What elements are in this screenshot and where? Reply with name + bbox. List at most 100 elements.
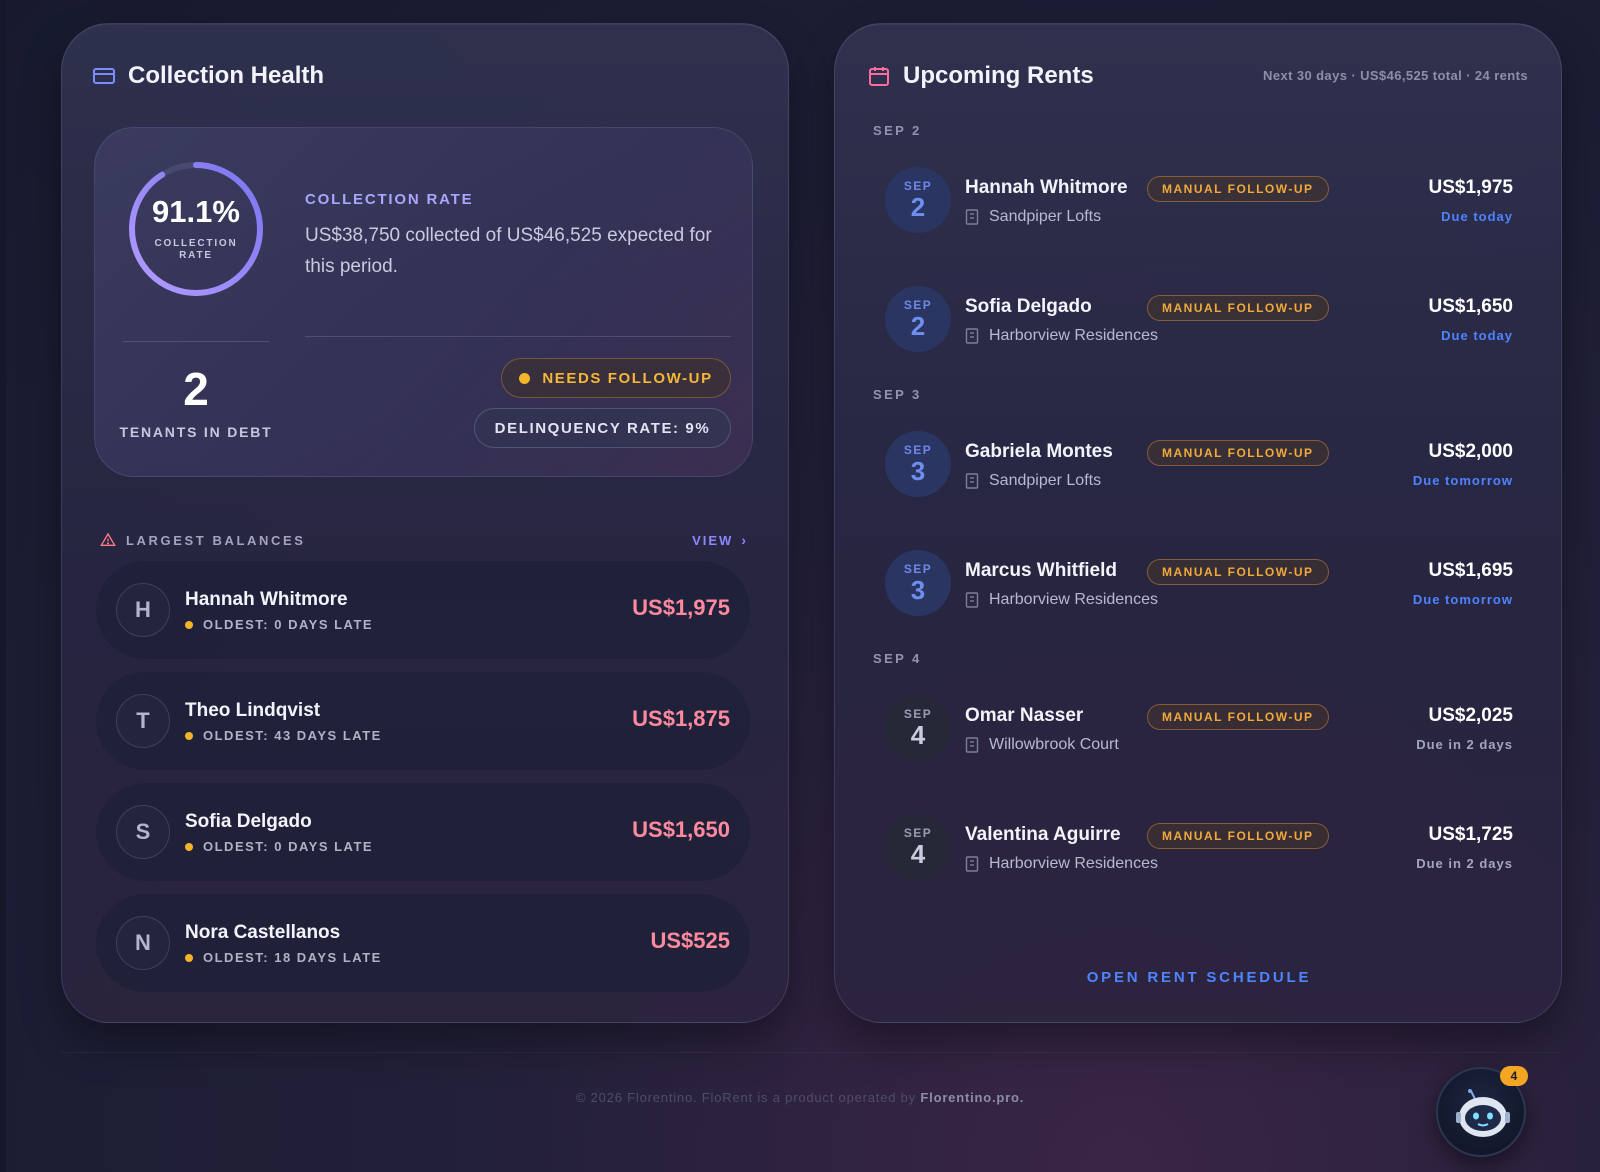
avatar: H bbox=[116, 583, 170, 637]
property-label: Sandpiper Lofts bbox=[965, 208, 1101, 226]
balance-row[interactable]: T Theo Lindqvist OLDEST: 43 DAYS LATE US$1,… bbox=[96, 672, 750, 770]
building-icon bbox=[965, 328, 979, 344]
footer-divider bbox=[61, 1052, 1562, 1053]
robot-icon bbox=[1456, 1089, 1510, 1137]
property-label: Willowbrook Court bbox=[965, 736, 1119, 754]
rent-amount: US$1,650 bbox=[1428, 296, 1513, 317]
rent-amount: US$1,695 bbox=[1428, 560, 1513, 581]
manual-follow-up-tag: MANUAL FOLLOW-UP bbox=[1147, 176, 1329, 202]
building-icon bbox=[965, 737, 979, 753]
balance-amount: US$1,975 bbox=[632, 595, 730, 620]
rent-schedule-list: SEP 2 SEP 2 Hannah Whitmore MANUAL FOLLOW-UP… bbox=[835, 24, 1563, 1024]
rent-row[interactable]: SEP 2 Hannah Whitmore MANUAL FOLLOW-UP Sandp… bbox=[885, 167, 1513, 237]
collection-rate-card: 91.1% COLLECTION RATE COLLECTION RATE US… bbox=[94, 127, 753, 477]
avatar: S bbox=[116, 805, 170, 859]
chevron-right-icon: › bbox=[741, 532, 748, 548]
due-date-badge: SEP 4 bbox=[885, 695, 951, 761]
building-icon bbox=[965, 473, 979, 489]
due-date-badge: SEP 2 bbox=[885, 286, 951, 352]
collection-rate-value: 91.1% bbox=[152, 194, 240, 229]
building-icon bbox=[965, 856, 979, 872]
date-group-heading: SEP 4 bbox=[873, 651, 922, 666]
rent-row[interactable]: SEP 4 Omar Nasser MANUAL FOLLOW-UP Willowbro… bbox=[885, 695, 1513, 765]
tenant-name: Sofia Delgado bbox=[965, 296, 1092, 317]
footer-brand-link[interactable]: Florentino.pro. bbox=[920, 1090, 1024, 1105]
manual-follow-up-tag: MANUAL FOLLOW-UP bbox=[1147, 440, 1329, 466]
tenant-name: Valentina Aguirre bbox=[965, 824, 1121, 845]
due-status: Due in 2 days bbox=[1416, 856, 1513, 871]
property-label: Sandpiper Lofts bbox=[965, 472, 1101, 490]
date-group-heading: SEP 3 bbox=[873, 387, 922, 402]
rent-amount: US$1,725 bbox=[1428, 824, 1513, 845]
status-dot-icon bbox=[519, 372, 531, 384]
balance-amount: US$1,875 bbox=[632, 706, 730, 731]
due-status: Due tomorrow bbox=[1412, 473, 1513, 488]
balance-row[interactable]: H Hannah Whitmore OLDEST: 0 DAYS LATE US$1,… bbox=[96, 561, 750, 659]
days-late-label: OLDEST: 43 DAYS LATE bbox=[185, 728, 382, 743]
building-icon bbox=[965, 209, 979, 225]
rent-row[interactable]: SEP 2 Sofia Delgado MANUAL FOLLOW-UP Harborv… bbox=[885, 286, 1513, 356]
rent-amount: US$2,000 bbox=[1428, 441, 1513, 462]
panel-title: Collection Health bbox=[128, 62, 325, 89]
delinquency-rate-badge: DELINQUENCY RATE: 9% bbox=[474, 408, 731, 448]
divider bbox=[123, 341, 269, 342]
credit-card-icon bbox=[93, 68, 115, 84]
due-status: Due today bbox=[1441, 328, 1513, 343]
avatar: N bbox=[116, 916, 170, 970]
tenant-name: Gabriela Montes bbox=[965, 441, 1113, 462]
status-dot-icon bbox=[185, 842, 193, 851]
due-date-badge: SEP 3 bbox=[885, 550, 951, 616]
days-late-label: OLDEST: 18 DAYS LATE bbox=[185, 950, 382, 965]
collection-health-panel: Collection Health 91.1% COLLECTION RATE … bbox=[61, 23, 789, 1023]
collection-rate-heading: COLLECTION RATE bbox=[305, 191, 474, 208]
footer: © 2026 Florentino. FloRent is a product … bbox=[0, 1090, 1600, 1105]
rent-amount: US$1,975 bbox=[1428, 177, 1513, 198]
status-dot-icon bbox=[185, 731, 193, 740]
due-status: Due tomorrow bbox=[1412, 592, 1513, 607]
collection-health-header: Collection Health bbox=[92, 62, 324, 90]
rent-row[interactable]: SEP 3 Gabriela Montes MANUAL FOLLOW-UP Sandp… bbox=[885, 431, 1513, 501]
due-status: Due in 2 days bbox=[1416, 737, 1513, 752]
date-group-heading: SEP 2 bbox=[873, 123, 922, 138]
status-dot-icon bbox=[185, 953, 193, 962]
due-date-badge: SEP 2 bbox=[885, 167, 951, 233]
manual-follow-up-tag: MANUAL FOLLOW-UP bbox=[1147, 704, 1329, 730]
manual-follow-up-tag: MANUAL FOLLOW-UP bbox=[1147, 559, 1329, 585]
balance-amount: US$525 bbox=[650, 928, 730, 953]
collection-rate-description: US$38,750 collected of US$46,525 expecte… bbox=[305, 225, 712, 277]
avatar: T bbox=[116, 694, 170, 748]
tenant-name: Theo Lindqvist bbox=[185, 700, 321, 721]
tenant-name: Hannah Whitmore bbox=[185, 589, 348, 610]
upcoming-rents-panel: Upcoming Rents Next 30 days · US$46,525 … bbox=[834, 23, 1562, 1023]
warning-icon bbox=[100, 532, 116, 546]
manual-follow-up-tag: MANUAL FOLLOW-UP bbox=[1147, 823, 1329, 849]
rent-amount: US$2,025 bbox=[1428, 705, 1513, 726]
due-date-badge: SEP 3 bbox=[885, 431, 951, 497]
property-label: Harborview Residences bbox=[965, 855, 1158, 873]
due-date-badge: SEP 4 bbox=[885, 814, 951, 880]
tenant-name: Hannah Whitmore bbox=[965, 177, 1128, 198]
footer-text: © 2026 Florentino. FloRent is a product … bbox=[575, 1090, 921, 1105]
balance-row[interactable]: S Sofia Delgado OLDEST: 0 DAYS LATE US$1,65… bbox=[96, 783, 750, 881]
collection-rate-ring-label: COLLECTION RATE bbox=[154, 238, 238, 261]
tenant-name: Sofia Delgado bbox=[185, 811, 312, 832]
divider bbox=[305, 336, 731, 337]
due-status: Due today bbox=[1441, 209, 1513, 224]
needs-follow-up-badge: NEEDS FOLLOW-UP bbox=[501, 358, 731, 398]
view-balances-link[interactable]: VIEW › bbox=[692, 532, 748, 548]
property-label: Harborview Residences bbox=[965, 591, 1158, 609]
largest-balances-header: LARGEST BALANCES bbox=[100, 532, 306, 548]
tenant-name: Omar Nasser bbox=[965, 705, 1084, 726]
manual-follow-up-tag: MANUAL FOLLOW-UP bbox=[1147, 295, 1329, 321]
balance-row[interactable]: N Nora Castellanos OLDEST: 18 DAYS LATE US$… bbox=[96, 894, 750, 992]
window-edge bbox=[0, 0, 6, 1172]
rent-row[interactable]: SEP 4 Valentina Aguirre MANUAL FOLLOW-UP Har… bbox=[885, 814, 1513, 884]
status-dot-icon bbox=[185, 620, 193, 629]
rent-row[interactable]: SEP 3 Marcus Whitfield MANUAL FOLLOW-UP Harb… bbox=[885, 550, 1513, 620]
tenant-name: Marcus Whitfield bbox=[965, 560, 1118, 581]
building-icon bbox=[965, 592, 979, 608]
largest-balances-list: H Hannah Whitmore OLDEST: 0 DAYS LATE US$1,… bbox=[96, 561, 750, 1005]
days-late-label: OLDEST: 0 DAYS LATE bbox=[185, 617, 373, 632]
tenants-in-debt-label: TENANTS IN DEBT bbox=[119, 424, 273, 440]
open-rent-schedule-button[interactable]: OPEN RENT SCHEDULE bbox=[835, 969, 1563, 986]
